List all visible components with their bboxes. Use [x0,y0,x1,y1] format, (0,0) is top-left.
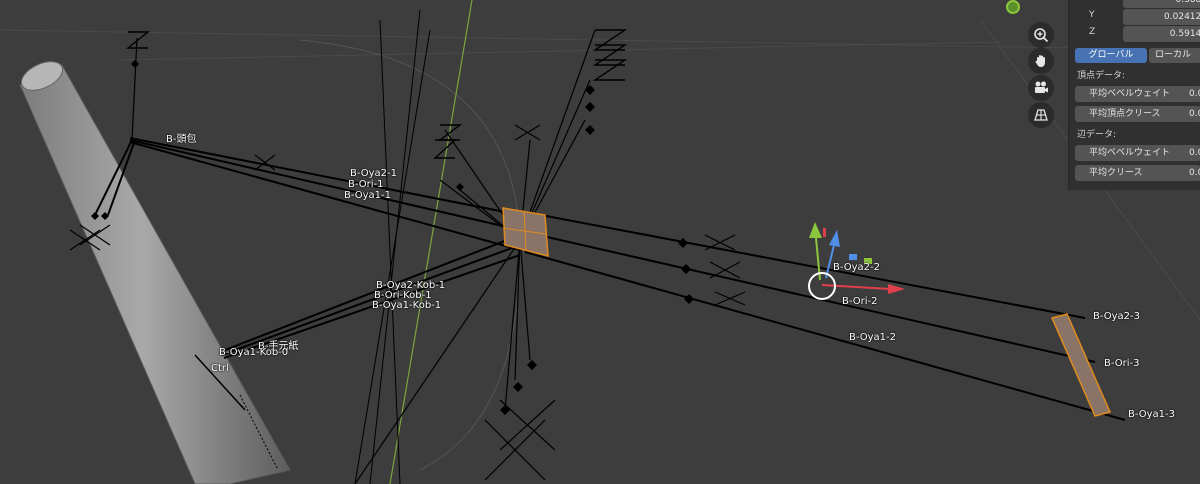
bone-z-markers [126,29,628,159]
zoom-button[interactable] [1028,22,1054,48]
selected-bone-tip[interactable] [1050,313,1112,417]
bone-chains[interactable] [94,137,1126,421]
vertex-data-header: 頂点データ: [1077,71,1126,81]
bone-label: B-Oya1-Kob-1 [372,300,442,311]
bone-label: B-Ori-3 [1104,358,1140,369]
local-space-button[interactable]: ローカル [1149,48,1200,63]
transform-z-row: Z 0.59145 [1075,26,1200,42]
transform-y-row: Y 0.024129 [1075,9,1200,25]
transform-x-row: X 0.3881 [1075,0,1200,8]
perspective-grid-icon [1034,109,1048,121]
camera-icon [1035,81,1048,93]
nav-axis-y-dot[interactable] [1006,0,1020,14]
cylinder-mesh[interactable] [17,56,291,484]
global-space-button[interactable]: グローバル [1075,48,1147,63]
perspective-toggle-button[interactable] [1028,102,1054,128]
edge-data-header: 辺データ: [1077,130,1117,140]
x-value-field[interactable]: 0.3881 [1123,0,1200,8]
edge-mean-crease-value: 0.0 [1189,168,1200,178]
sidebar-properties-panel: X 0.3881 Y 0.024129 Z 0.59145 グローバル ローカル… [1068,0,1200,190]
bone-label: B-Oya1-1 [344,190,391,201]
hand-pan-icon [1035,55,1045,68]
vertex-mean-crease-field[interactable]: 平均頂点クリース 0.0 [1075,106,1200,122]
bone-label: B-Oya1-2 [849,332,896,343]
x-value: 0.3881 [1175,0,1200,5]
bone-label: B-Oya2-2 [833,262,880,273]
bone-label: B-Ori-2 [842,296,878,307]
y-value-field[interactable]: 0.024129 [1123,9,1200,25]
vertex-mean-crease-value: 0.0 [1189,109,1200,119]
z-value-field[interactable]: 0.59145 [1123,26,1200,42]
vertex-mean-crease-label: 平均頂点クリース [1089,109,1161,119]
edge-mean-bevel-weight-value: 0.0 [1189,148,1200,158]
bone-vertical-lines [354,9,431,484]
camera-view-button[interactable] [1028,75,1054,101]
floor-grid-line [119,41,1001,61]
viewport-scene[interactable] [0,0,1200,484]
edge-mean-bevel-weight-field[interactable]: 平均ベベルウェイト 0.0 [1075,145,1200,161]
bone-label: B-Oya1-Kob-0 [219,347,289,358]
zoom-in-icon [1034,28,1049,43]
edge-mean-crease-field[interactable]: 平均クリース 0.0 [1075,165,1200,181]
bone-label: Ctrl [211,363,229,374]
bone-label: B-Oya2-3 [1093,311,1140,322]
y-axis-line [389,0,473,484]
edge-mean-bevel-weight-label: 平均ベベルウェイト [1089,148,1171,158]
vertex-mean-bevel-weight-field[interactable]: 平均ベベルウェイト 0.0 [1075,86,1200,102]
y-value: 0.024129 [1164,12,1200,22]
y-label: Y [1089,10,1095,20]
edge-mean-crease-label: 平均クリース [1089,168,1143,178]
pan-button[interactable] [1028,48,1054,74]
3d-viewport[interactable]: B-頭包 B-Oya2-1 B-Ori-1 B-Oya1-1 B-Oya2-Ko… [0,0,1200,484]
z-label: Z [1089,27,1096,37]
bone-label: B-頭包 [166,134,197,145]
vertex-mean-bevel-weight-value: 0.0 [1189,89,1200,99]
transform-gizmo[interactable] [808,222,905,300]
x-label: X [1089,0,1095,3]
vertex-mean-bevel-weight-label: 平均ベベルウェイト [1089,89,1171,99]
z-value: 0.59145 [1169,29,1200,39]
bone-label: B-Oya1-3 [1128,409,1175,420]
